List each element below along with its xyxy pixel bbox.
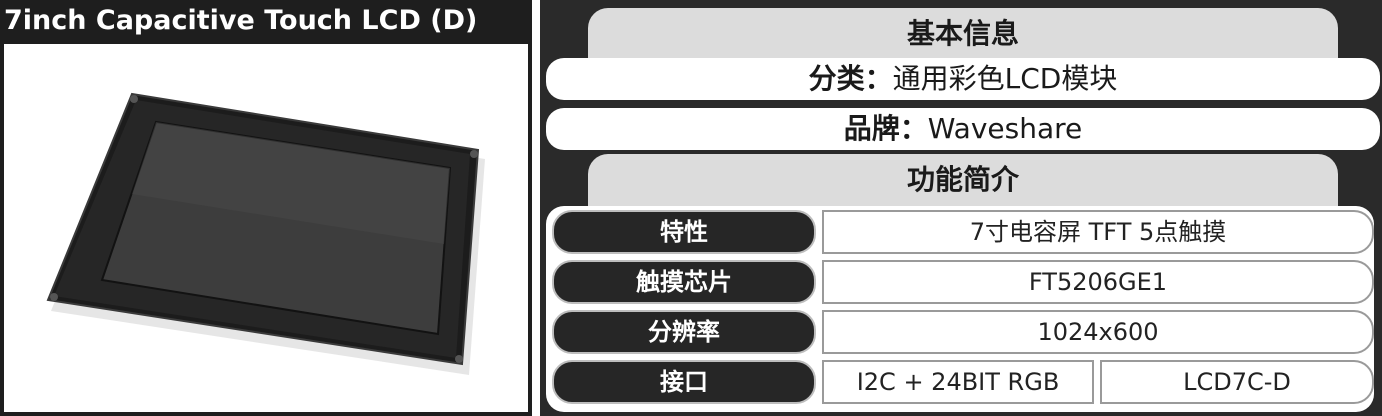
product-title: 7inch Capacitive Touch LCD (D) xyxy=(4,5,478,36)
product-image xyxy=(4,44,528,412)
spec-label: 接口 xyxy=(552,360,816,404)
spec-table: 特性 7寸电容屏 TFT 5点触摸 触摸芯片 FT5206GE1 分辨率 102… xyxy=(546,206,1374,412)
features-heading: 功能简介 xyxy=(588,154,1338,206)
product-card: 7inch Capacitive Touch LCD (D) xyxy=(0,0,532,416)
brand-bar: 品牌：Waveshare xyxy=(546,108,1380,150)
spec-value-interface: I2C + 24BIT RGB xyxy=(822,360,1094,404)
spec-row: 触摸芯片 FT5206GE1 xyxy=(552,260,1374,304)
category-value: 通用彩色LCD模块 xyxy=(892,62,1118,95)
category-label: 分类： xyxy=(808,62,893,95)
spec-row: 特性 7寸电容屏 TFT 5点触摸 xyxy=(552,210,1374,254)
info-panel: 基本信息 分类：通用彩色LCD模块 品牌：Waveshare 功能简介 特性 7… xyxy=(540,0,1382,416)
spec-label: 分辨率 xyxy=(552,310,816,354)
spec-value: FT5206GE1 xyxy=(822,260,1374,304)
category-bar: 分类：通用彩色LCD模块 xyxy=(546,58,1380,100)
spec-label: 触摸芯片 xyxy=(552,260,816,304)
brand-label: 品牌： xyxy=(843,112,928,145)
spec-row: 分辨率 1024x600 xyxy=(552,310,1374,354)
spec-value-model: LCD7C-D xyxy=(1100,360,1374,404)
spec-value: 7寸电容屏 TFT 5点触摸 xyxy=(822,210,1374,254)
lcd-panel-photo-icon xyxy=(46,92,485,375)
spec-label: 特性 xyxy=(552,210,816,254)
basic-info-heading: 基本信息 xyxy=(588,8,1338,60)
spec-value: 1024x600 xyxy=(822,310,1374,354)
spec-row: 接口 I2C + 24BIT RGB LCD7C-D xyxy=(552,360,1374,404)
brand-value: Waveshare xyxy=(927,112,1083,145)
